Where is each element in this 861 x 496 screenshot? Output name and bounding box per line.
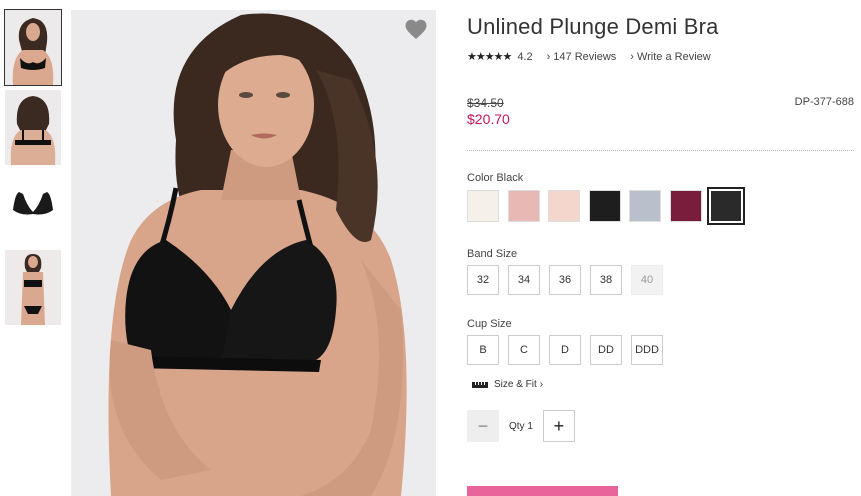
write-review-link[interactable]: › Write a Review bbox=[630, 51, 710, 63]
reviews-link-label: 147 Reviews bbox=[553, 50, 617, 63]
color-swatch-black-lace[interactable] bbox=[588, 190, 621, 222]
cup-size-option[interactable]: DDD bbox=[631, 335, 663, 365]
thumbnail-full-body-image bbox=[5, 250, 61, 325]
heart-icon[interactable] bbox=[404, 18, 428, 40]
thumbnail-back-model-image bbox=[5, 90, 61, 165]
color-swatch-grey-blue[interactable] bbox=[629, 190, 661, 222]
chevron-right-icon: › bbox=[546, 50, 551, 63]
color-swatch-pink-lace[interactable] bbox=[507, 190, 540, 222]
thumbnail-front-model-image bbox=[5, 10, 61, 85]
rating-value: 4.2 bbox=[517, 50, 533, 63]
cup-size-option[interactable]: C bbox=[508, 335, 540, 365]
rating-row: ★★★★★ 4.2 › 147 Reviews › Write a Review bbox=[467, 50, 857, 64]
band-size-option[interactable]: 40 bbox=[631, 265, 663, 295]
chevron-right-icon: › bbox=[630, 50, 634, 63]
cup-size-option[interactable]: B bbox=[467, 335, 499, 365]
band-size-list: 32 34 36 38 40 bbox=[467, 265, 857, 295]
product-sku: DP-377-688 bbox=[794, 96, 854, 108]
band-size-option[interactable]: 38 bbox=[590, 265, 622, 295]
size-fit-link[interactable]: Size & Fit › bbox=[472, 379, 857, 390]
cup-size-option[interactable]: DD bbox=[590, 335, 622, 365]
color-swatch-blush[interactable] bbox=[548, 190, 580, 222]
color-swatch-list bbox=[467, 187, 857, 225]
color-swatch-black[interactable] bbox=[707, 187, 745, 225]
thumbnail-back-model[interactable] bbox=[5, 90, 61, 165]
star-rating-icon: ★★★★★ bbox=[467, 51, 512, 63]
quantity-value: Qty 1 bbox=[509, 420, 533, 432]
size-fit-label: Size & Fit bbox=[494, 379, 537, 390]
cup-size-option[interactable]: D bbox=[549, 335, 581, 365]
product-title: Unlined Plunge Demi Bra bbox=[467, 14, 719, 39]
ruler-icon bbox=[472, 381, 488, 388]
thumbnail-front-model[interactable] bbox=[4, 9, 62, 86]
chevron-right-icon: › bbox=[539, 379, 544, 390]
thumbnail-product-flat[interactable] bbox=[5, 170, 61, 245]
increase-quantity-button[interactable]: + bbox=[542, 410, 575, 442]
band-size-option[interactable]: 34 bbox=[508, 265, 540, 295]
thumbnail-full-body[interactable] bbox=[5, 250, 61, 325]
reviews-link[interactable]: › 147 Reviews bbox=[547, 51, 617, 63]
add-to-bag-button[interactable] bbox=[467, 486, 618, 496]
thumbnail-product-flat-image bbox=[5, 170, 61, 245]
cup-size-label: Cup Size bbox=[467, 318, 512, 330]
band-size-option[interactable]: 32 bbox=[467, 265, 499, 295]
main-product-image[interactable] bbox=[71, 10, 436, 496]
band-size-option[interactable]: 36 bbox=[549, 265, 581, 295]
dotted-divider bbox=[467, 150, 854, 151]
quantity-stepper: − Qty 1 + bbox=[467, 410, 857, 442]
product-info-panel: Unlined Plunge Demi Bra ★★★★★ 4.2 › 147 R… bbox=[467, 14, 857, 442]
color-swatch-ivory[interactable] bbox=[467, 190, 499, 222]
thumbnail-list bbox=[4, 9, 62, 330]
write-review-label: Write a Review bbox=[636, 50, 711, 63]
band-size-label: Band Size bbox=[467, 248, 518, 260]
color-label: Color Black bbox=[467, 172, 524, 184]
cup-size-list: B C D DD DDD bbox=[467, 335, 857, 365]
decrease-quantity-button[interactable]: − bbox=[467, 410, 499, 442]
price-row: $34.50 $20.70 DP-377-688 bbox=[467, 96, 857, 136]
sale-price: $20.70 bbox=[467, 111, 510, 127]
color-swatch-berry-lace[interactable] bbox=[669, 190, 702, 222]
model-photo bbox=[71, 10, 436, 496]
